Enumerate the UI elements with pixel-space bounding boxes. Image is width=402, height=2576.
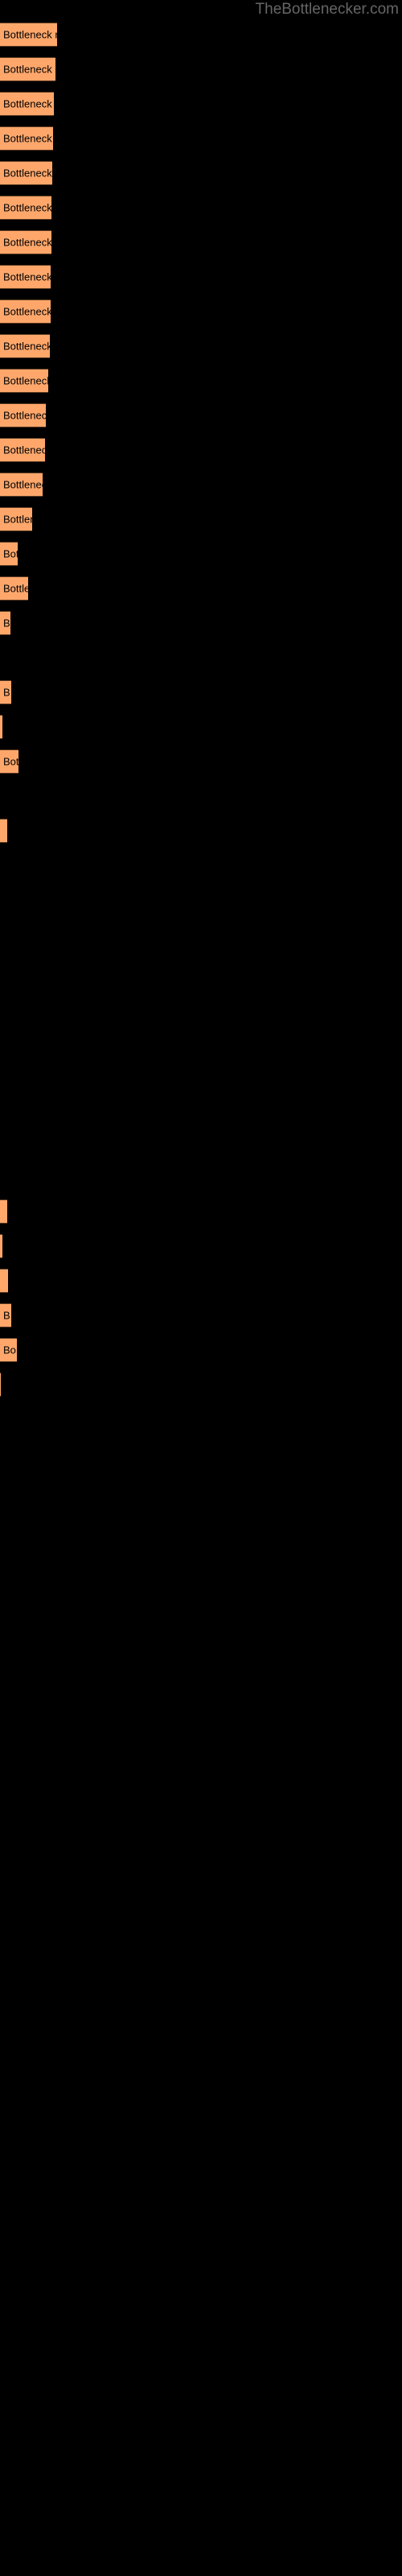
bar-label: Bottleneck resu [3, 305, 51, 318]
bar-label: Bo [3, 1344, 16, 1356]
bar-row[interactable]: Bot [0, 542, 402, 566]
bar-label-clip: Bottleneck result [0, 57, 55, 81]
bar-row[interactable]: B [0, 680, 402, 704]
bar-row[interactable] [0, 1269, 402, 1293]
bar-label-clip [0, 819, 7, 843]
bar-label-clip: Bo [0, 1338, 17, 1362]
bar-label-clip: Bottleneck resu [0, 265, 51, 289]
bar-label: Bottleneck resu [3, 236, 51, 249]
bar-row[interactable]: Bottleneck resul [0, 92, 402, 116]
bar-label: Bottleneck r [3, 478, 43, 491]
bar-label-clip: Bottlen [0, 576, 28, 601]
bar-label: B [3, 1309, 10, 1322]
bar-row[interactable] [0, 1234, 402, 1258]
bar-label-clip: B [0, 611, 10, 635]
bar-label: Bottlen [3, 582, 28, 595]
bar-row[interactable]: Bott [0, 749, 402, 774]
bar-label-clip: B [0, 680, 11, 704]
bar-label-clip: Bottlene [0, 507, 32, 531]
bar-row[interactable]: Bottleneck resu [0, 265, 402, 289]
bar-label-clip: Bottleneck resu [0, 299, 51, 324]
bar-label-clip: Bottleneck resu [0, 196, 51, 220]
bar-row[interactable]: Bottleneck resu [0, 196, 402, 220]
bar-label-clip: Bottleneck resu [0, 161, 52, 185]
bar-label-clip: Bottleneck resu [0, 334, 50, 358]
bar-label: Bottleneck re [3, 409, 46, 422]
bar-label: B [3, 686, 10, 699]
bar-label-clip: Bottleneck re [0, 403, 46, 427]
bar-row[interactable]: B [0, 1303, 402, 1327]
bar-row[interactable]: Bottlen [0, 576, 402, 601]
bar-label-clip: Bottleneck resul [0, 92, 54, 116]
bar-label-clip [0, 715, 2, 739]
bar-label-clip [0, 1199, 7, 1224]
bar-label-clip: Bottleneck r [0, 473, 43, 497]
site-watermark: TheBottlenecker.com [255, 1, 399, 18]
bar-label-clip: Bottleneck re [0, 438, 45, 462]
bar-row[interactable]: Bottleneck resu [0, 230, 402, 254]
bar-row[interactable]: Bottleneck result [0, 23, 402, 47]
bar-row[interactable] [0, 1199, 402, 1224]
bar-row[interactable]: Bottleneck resu [0, 299, 402, 324]
bar-label-clip [0, 1269, 8, 1293]
bar-row[interactable]: Bottleneck r [0, 473, 402, 497]
bar-label-clip [0, 1373, 1, 1397]
bar-label: Bottleneck resu [3, 201, 51, 214]
bar-row[interactable]: Bottlene [0, 507, 402, 531]
bar-row[interactable]: Bottleneck resu [0, 126, 402, 151]
bar-row[interactable]: Bottleneck resu [0, 334, 402, 358]
bottleneck-bar-chart: TheBottlenecker.com Bottleneck result Bot… [0, 0, 402, 2576]
bar-label-clip: Bottleneck resu [0, 230, 51, 254]
bar-label: Bottleneck res [3, 374, 48, 387]
bar-row[interactable]: Bottleneck result [0, 57, 402, 81]
bar-label-clip: Bottleneck resu [0, 126, 53, 151]
bar-label-clip: Bott [0, 749, 18, 774]
bar-label-clip: Bot [0, 542, 18, 566]
bar-label-clip: B [0, 1303, 11, 1327]
bar-row[interactable] [0, 1373, 402, 1397]
bar-row[interactable]: Bottleneck res [0, 369, 402, 393]
bar-label-clip: Bottleneck res [0, 369, 48, 393]
bar-label: Bottleneck resu [3, 167, 52, 180]
bar-label: Bott [3, 755, 18, 768]
bar-row[interactable]: Bottleneck re [0, 438, 402, 462]
bar-label: B [3, 617, 10, 630]
bar-label: Bottleneck resu [3, 132, 53, 145]
bar-label: Bottleneck result [3, 63, 55, 76]
bar-row[interactable]: B [0, 611, 402, 635]
bar-label: Bottleneck resu [3, 340, 50, 353]
bar-label: Bot [3, 547, 18, 560]
bar-label: Bottleneck result [3, 28, 57, 41]
bar-label: Bottleneck resu [3, 270, 51, 283]
bar-row[interactable] [0, 819, 402, 843]
bar-label-clip [0, 1234, 2, 1258]
bar-row[interactable]: Bottleneck resu [0, 161, 402, 185]
bar-label: Bottlene [3, 513, 32, 526]
bar-label-clip: Bottleneck result [0, 23, 57, 47]
bar-row[interactable] [0, 715, 402, 739]
bar-row[interactable]: Bo [0, 1338, 402, 1362]
bar-label: Bottleneck re [3, 444, 45, 456]
bar-row[interactable]: Bottleneck re [0, 403, 402, 427]
bar-label: Bottleneck resul [3, 97, 54, 110]
